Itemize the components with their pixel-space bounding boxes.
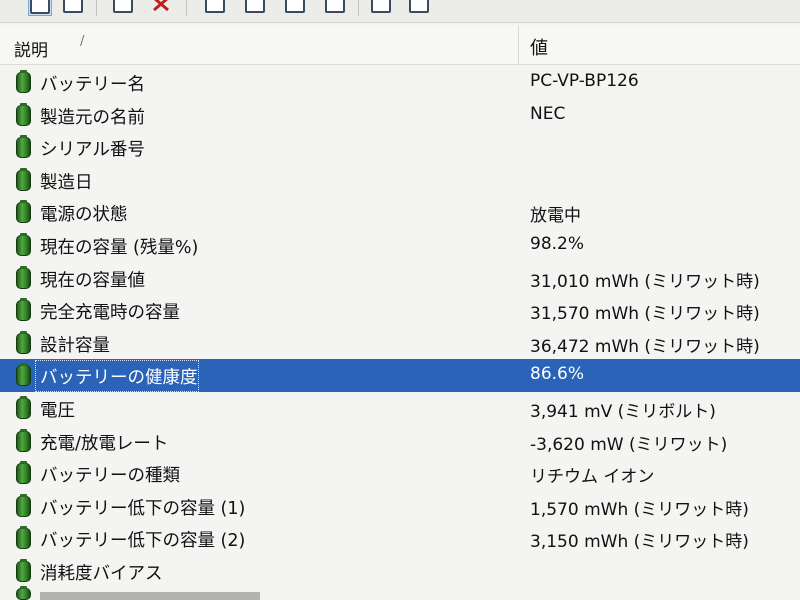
toolbar xyxy=(0,0,800,23)
save-icon[interactable] xyxy=(204,0,226,14)
list-item[interactable]: 現在の容量 (残量%) 98.2% xyxy=(0,229,800,262)
copy-icon[interactable] xyxy=(284,0,306,14)
list-item[interactable]: 電圧 3,941 mV (ミリボルト) xyxy=(0,392,800,425)
property-value: 36,472 mWh (ミリワット時) xyxy=(530,336,760,357)
battery-icon xyxy=(16,461,31,485)
list-item[interactable]: バッテリーの種類 リチウム イオン xyxy=(0,457,800,490)
list-item[interactable]: 消耗度バイアス xyxy=(0,555,800,588)
delete-icon[interactable] xyxy=(150,0,172,14)
list-item[interactable]: バッテリーの健康度 86.6% xyxy=(0,359,800,393)
battery-icon xyxy=(16,428,31,452)
list-item[interactable]: 電源の状態 放電中 xyxy=(0,196,800,229)
property-label: 製造日 xyxy=(40,172,93,193)
header-value[interactable]: 値 xyxy=(530,34,548,60)
property-label: バッテリー名 xyxy=(40,75,145,95)
battery-icon xyxy=(16,586,31,600)
toolbar-separator xyxy=(96,0,97,16)
battery-icon xyxy=(16,558,31,582)
property-value: NEC xyxy=(530,103,566,124)
header-description[interactable]: 説明 xyxy=(14,36,48,61)
property-value: 86.6% xyxy=(530,364,585,385)
battery-icon xyxy=(16,395,31,419)
refresh-icon[interactable] xyxy=(244,0,266,14)
open-icon[interactable] xyxy=(112,0,134,14)
list-item[interactable]: 製造元の名前 NEC xyxy=(0,99,800,132)
property-value: 3,150 mWh (ミリワット時) xyxy=(530,532,749,553)
battery-icon xyxy=(16,298,31,322)
battery-icon xyxy=(16,200,31,224)
property-label: 電源の状態 xyxy=(40,205,128,226)
property-value: PC-VP-BP126 xyxy=(530,71,639,91)
property-label: 電圧 xyxy=(40,400,75,421)
battery-icon xyxy=(16,167,31,191)
property-value: 31,570 mWh (ミリワット時) xyxy=(530,304,760,325)
property-value: 放電中 xyxy=(530,206,581,227)
property-value: リチウム イオン xyxy=(530,467,655,488)
toolbar-separator xyxy=(358,0,359,16)
property-label: 完全充電時の容量 xyxy=(40,303,180,324)
property-value: -3,620 mW (ミリワット) xyxy=(530,434,728,455)
property-value: 31,010 mWh (ミリワット時) xyxy=(530,271,760,292)
pin-icon[interactable] xyxy=(408,0,430,14)
battery-icon xyxy=(16,135,31,159)
property-label: 現在の容量値 xyxy=(40,270,145,291)
property-value: 3,941 mV (ミリボルト) xyxy=(530,401,716,422)
list-item[interactable]: バッテリー低下の容量 (1) 1,570 mWh (ミリワット時) xyxy=(0,490,800,523)
search-icon[interactable] xyxy=(370,0,392,14)
list-item[interactable]: 製造日 xyxy=(0,164,800,197)
property-list: バッテリー名 PC-VP-BP126 製造元の名前 NEC シリアル番号 製造日電源の状態… xyxy=(0,66,800,588)
battery-icon xyxy=(16,330,31,354)
list-item[interactable] xyxy=(0,586,800,600)
list-item[interactable]: バッテリー低下の容量 (2) 3,150 mWh (ミリワット時) xyxy=(0,522,800,555)
list-item[interactable]: 設計容量 36,472 mWh (ミリワット時) xyxy=(0,327,800,360)
list-item[interactable]: バッテリー名 PC-VP-BP126 xyxy=(0,66,800,99)
list-item[interactable]: 充電/放電レート -3,620 mW (ミリワット) xyxy=(0,425,800,458)
battery-icon xyxy=(16,363,31,387)
property-label: 消耗度バイアス xyxy=(40,563,163,584)
battery-icon xyxy=(16,232,31,256)
property-label: 現在の容量 (残量%) xyxy=(40,237,199,258)
property-value: 98.2% xyxy=(530,233,585,254)
battery-icon xyxy=(16,70,31,93)
property-label: 設計容量 xyxy=(40,335,110,356)
list-item[interactable]: 完全充電時の容量 31,570 mWh (ミリワット時) xyxy=(0,294,800,327)
property-label: バッテリーの健康度 xyxy=(40,368,198,389)
properties-icon[interactable] xyxy=(324,0,346,14)
property-label: シリアル番号 xyxy=(40,140,145,161)
view-details-icon[interactable] xyxy=(28,0,52,16)
property-label: バッテリー低下の容量 (1) xyxy=(40,498,246,519)
battery-icon xyxy=(16,265,31,289)
property-label: バッテリーの種類 xyxy=(40,466,180,487)
battery-icon xyxy=(16,102,31,126)
property-label: バッテリー低下の容量 (2) xyxy=(40,531,246,552)
clipped-label xyxy=(40,592,260,600)
column-header: 説明 / 値 xyxy=(0,26,800,65)
battery-icon xyxy=(16,493,31,517)
toolbar-separator xyxy=(186,0,187,16)
property-label: 充電/放電レート xyxy=(40,433,169,454)
list-item[interactable]: シリアル番号 xyxy=(0,131,800,164)
column-divider[interactable] xyxy=(518,26,519,64)
list-item[interactable]: 現在の容量値 31,010 mWh (ミリワット時) xyxy=(0,262,800,295)
property-label: 製造元の名前 xyxy=(40,107,145,128)
sort-indicator-icon: / xyxy=(80,34,85,49)
view-list-icon[interactable] xyxy=(62,0,84,14)
property-value: 1,570 mWh (ミリワット時) xyxy=(530,499,749,520)
battery-icon xyxy=(16,526,31,550)
